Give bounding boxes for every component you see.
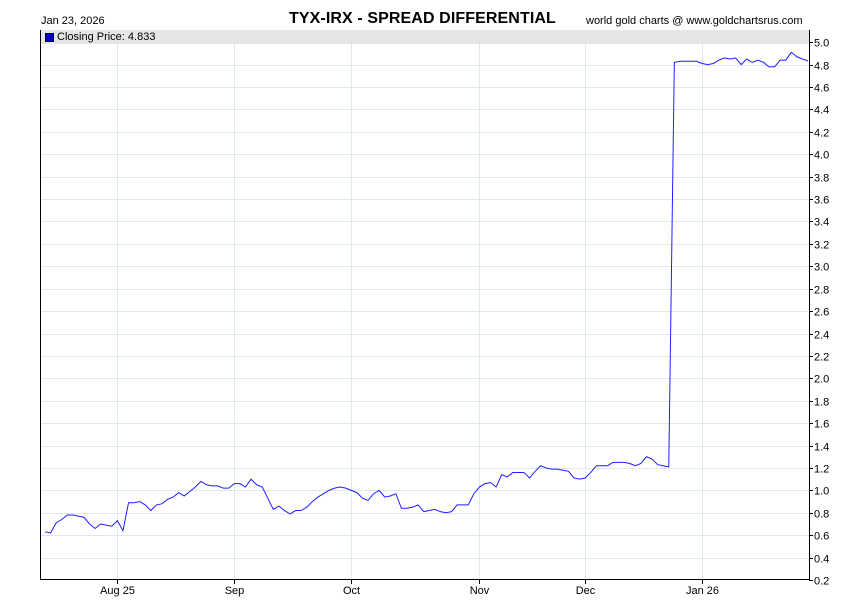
y-tick-label: 4.2	[814, 128, 829, 140]
y-tick-label: 0.6	[814, 531, 829, 543]
y-tick-label: 1.8	[814, 397, 829, 409]
chart: 0.2 0.4 0.6 0.8 1.0 1.2 1.4 1.6 1.8 2.0 2.2 2.4 2.6 2…	[40, 30, 829, 597]
chart-legend: Closing Price: 4.833	[41, 30, 809, 44]
y-tick-label: 0.4	[814, 554, 829, 566]
y-tick-label: 1.0	[814, 486, 829, 498]
legend-swatch	[45, 33, 54, 42]
y-tick-label: 4.0	[814, 150, 829, 162]
x-tick-label: Sep	[225, 585, 245, 597]
y-tick-label: 4.4	[814, 105, 829, 117]
plot-frame	[40, 30, 810, 580]
x-tick-label: Oct	[343, 585, 360, 597]
y-tick-label: 1.6	[814, 419, 829, 431]
y-tick-label: 2.2	[814, 352, 829, 364]
y-tick-label: 3.8	[814, 173, 829, 185]
x-tick-label: Nov	[470, 585, 490, 597]
x-tick-label: Jan 26	[686, 585, 719, 597]
y-tick-label: 0.2	[814, 576, 829, 588]
y-tick-label: 1.4	[814, 442, 829, 454]
y-tick-label: 2.4	[814, 330, 829, 342]
y-tick-label: 4.6	[814, 83, 829, 95]
series-line-closing-price	[44, 51, 809, 534]
chart-date: Jan 23, 2026	[41, 15, 105, 27]
y-tick-label: 2.6	[814, 307, 829, 319]
chart-credit: world gold charts @ www.goldchartsrus.co…	[586, 15, 803, 27]
y-tick-label: 0.8	[814, 509, 829, 521]
y-tick-label: 3.6	[814, 195, 829, 207]
y-tick-label: 3.0	[814, 262, 829, 274]
y-tick-label: 3.4	[814, 217, 829, 229]
y-tick-label: 4.8	[814, 61, 829, 73]
chart-title: TYX-IRX - SPREAD DIFFERENTIAL	[289, 10, 556, 27]
y-tick-label: 2.0	[814, 374, 829, 386]
x-tick-label: Dec	[576, 585, 596, 597]
x-tick-label: Aug 25	[100, 585, 135, 597]
grid-lines	[41, 31, 809, 580]
y-tick-label: 3.2	[814, 240, 829, 252]
y-tick-label: 5.0	[814, 38, 829, 50]
y-tick-label: 1.2	[814, 464, 829, 476]
y-tick-label: 2.8	[814, 285, 829, 297]
legend-label: Closing Price: 4.833	[57, 31, 156, 43]
axis-ticks	[117, 42, 813, 584]
